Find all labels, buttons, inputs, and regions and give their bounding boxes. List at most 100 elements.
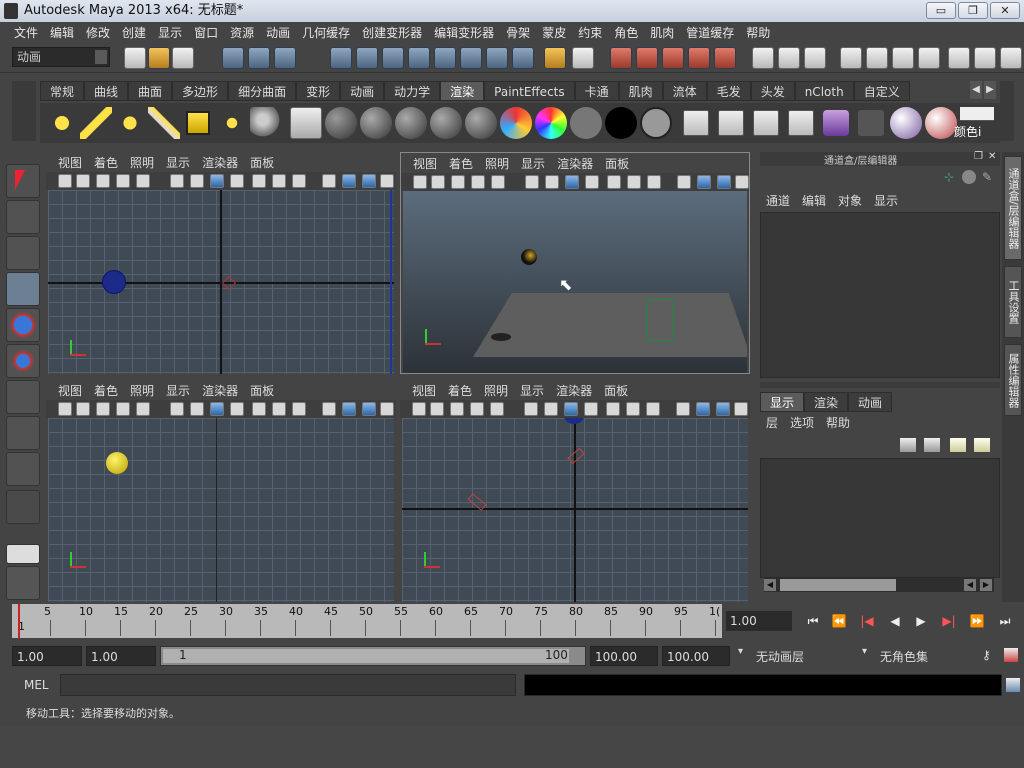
magnet-curve-icon[interactable]	[636, 47, 658, 69]
vp-menu-lighting[interactable]: 照明	[479, 155, 515, 172]
soft-mod-tool-icon[interactable]	[6, 416, 40, 450]
image-plane-icon[interactable]	[116, 402, 130, 416]
channel-box-icon[interactable]	[1000, 47, 1022, 69]
image-plane-icon[interactable]	[116, 174, 130, 188]
tab-hair[interactable]: 头发	[750, 81, 795, 101]
vp-menu-lighting[interactable]: 照明	[124, 382, 160, 399]
shelf-scroll-right-icon[interactable]: ▶	[984, 81, 996, 99]
magnet-plane-icon[interactable]	[688, 47, 710, 69]
field-chart-icon[interactable]	[607, 175, 621, 189]
resolution-gate-icon[interactable]	[210, 174, 224, 188]
help-mask-icon[interactable]	[512, 47, 534, 69]
camera-icon[interactable]	[250, 107, 282, 139]
surface-shader-icon[interactable]	[570, 107, 602, 139]
history-icon[interactable]	[572, 47, 594, 69]
show-manip-icon[interactable]	[6, 452, 40, 486]
vp-menu-shading[interactable]: 着色	[88, 382, 124, 399]
smooth-shade-icon[interactable]	[342, 402, 356, 416]
use-background-icon[interactable]	[605, 107, 637, 139]
wireframe-on-shaded-icon[interactable]	[716, 402, 730, 416]
blinn-sphere-icon[interactable]	[430, 107, 462, 139]
layout-single-icon[interactable]	[6, 544, 40, 564]
vp-menu-renderer[interactable]: 渲染器	[550, 382, 598, 399]
tab-general[interactable]: 常规	[40, 81, 85, 101]
wireframe-on-shaded-icon[interactable]	[362, 402, 376, 416]
new-scene-icon[interactable]	[124, 47, 146, 69]
viewport-front-canvas[interactable]	[48, 418, 394, 602]
tab-curves[interactable]: 曲线	[84, 81, 129, 101]
lambert-sphere-icon[interactable]	[325, 107, 357, 139]
layer-menu-options[interactable]: 选项	[784, 414, 820, 431]
smooth-shade-icon[interactable]	[697, 175, 711, 189]
wireframe-on-shaded-icon[interactable]	[717, 175, 731, 189]
sphere-object[interactable]	[521, 249, 537, 265]
restore-button[interactable]: ❐	[958, 2, 988, 19]
tab-deformation[interactable]: 变形	[296, 81, 341, 101]
layer-list[interactable]	[760, 458, 1000, 578]
render-settings-icon[interactable]	[918, 47, 940, 69]
float-icon[interactable]: ❐	[974, 151, 983, 162]
vp-menu-renderer[interactable]: 渲染器	[196, 382, 244, 399]
directional-light-icon[interactable]	[80, 107, 112, 139]
range-slider-bar[interactable]	[163, 649, 569, 663]
select-mask-icon[interactable]	[434, 47, 456, 69]
tab-polygons[interactable]: 多边形	[172, 81, 229, 101]
command-input[interactable]	[60, 674, 516, 696]
key-icon[interactable]: ⚷	[982, 648, 991, 662]
move-tool-icon[interactable]	[6, 272, 40, 306]
menu-create-deformers[interactable]: 创建变形器	[356, 24, 428, 41]
half-sphere-icon[interactable]	[962, 170, 976, 184]
lock-icon[interactable]	[544, 47, 566, 69]
bookmark-icon[interactable]	[96, 402, 110, 416]
step-forward-key-icon[interactable]: ▶|	[940, 613, 958, 629]
tab-rendering[interactable]: 渲染	[440, 81, 485, 101]
safe-title-icon[interactable]	[647, 175, 661, 189]
2d-pan-icon[interactable]	[136, 402, 150, 416]
close-button[interactable]: ✕	[990, 2, 1020, 19]
chevron-down-icon[interactable]: ▾	[738, 646, 743, 657]
move-up-icon[interactable]	[950, 438, 966, 452]
pane-divider[interactable]	[760, 382, 1000, 388]
film-gate-icon[interactable]	[190, 402, 204, 416]
menu-skin[interactable]: 蒙皮	[536, 24, 572, 41]
tab-display-layers[interactable]: 显示	[760, 392, 805, 412]
magnet-live-icon[interactable]	[714, 47, 736, 69]
menu-assets[interactable]: 资源	[224, 24, 260, 41]
select-mask-2-icon[interactable]	[460, 47, 482, 69]
smooth-shade-icon[interactable]	[342, 174, 356, 188]
grid-toggle-icon[interactable]	[524, 402, 538, 416]
film-gate-icon[interactable]	[545, 175, 559, 189]
light-object[interactable]	[221, 275, 237, 291]
current-frame-field[interactable]: 1.00	[726, 611, 792, 631]
vp-menu-view[interactable]: 视图	[52, 154, 88, 171]
2d-pan-icon[interactable]	[491, 175, 505, 189]
anim-start-field[interactable]: 1.00	[12, 646, 82, 666]
tab-animation[interactable]: 动画	[340, 81, 385, 101]
magnet-point-icon[interactable]	[662, 47, 684, 69]
resolution-gate-icon[interactable]	[564, 402, 578, 416]
camera-select-icon[interactable]	[413, 175, 427, 189]
anisotropic-sphere-icon[interactable]	[465, 107, 497, 139]
camera-select-icon[interactable]	[412, 402, 426, 416]
smooth-shade-icon[interactable]	[696, 402, 710, 416]
safe-action-icon[interactable]	[272, 174, 286, 188]
menu-character[interactable]: 角色	[608, 24, 644, 41]
paint-select-tool-icon[interactable]	[6, 236, 40, 270]
tab-muscle[interactable]: 肌肉	[618, 81, 663, 101]
last-tool-icon[interactable]	[6, 490, 40, 524]
bookmark-icon[interactable]	[96, 174, 110, 188]
select-object-icon[interactable]	[248, 47, 270, 69]
shelf-options-icon[interactable]	[1000, 81, 1014, 141]
viewport-side-canvas[interactable]	[402, 418, 748, 602]
sphere-object[interactable]	[102, 270, 126, 294]
snap-point-icon[interactable]	[382, 47, 404, 69]
construction-history-icon[interactable]	[804, 47, 826, 69]
menu-edit[interactable]: 编辑	[44, 24, 80, 41]
ipr-render-icon[interactable]	[892, 47, 914, 69]
menu-constrain[interactable]: 约束	[572, 24, 608, 41]
move-down-icon[interactable]	[974, 438, 990, 452]
universal-manip-icon[interactable]	[6, 380, 40, 414]
vp-menu-shading[interactable]: 着色	[88, 154, 124, 171]
tab-attribute-editor[interactable]: 属性编辑器	[1004, 344, 1022, 416]
layout-quad-icon[interactable]	[6, 566, 40, 600]
